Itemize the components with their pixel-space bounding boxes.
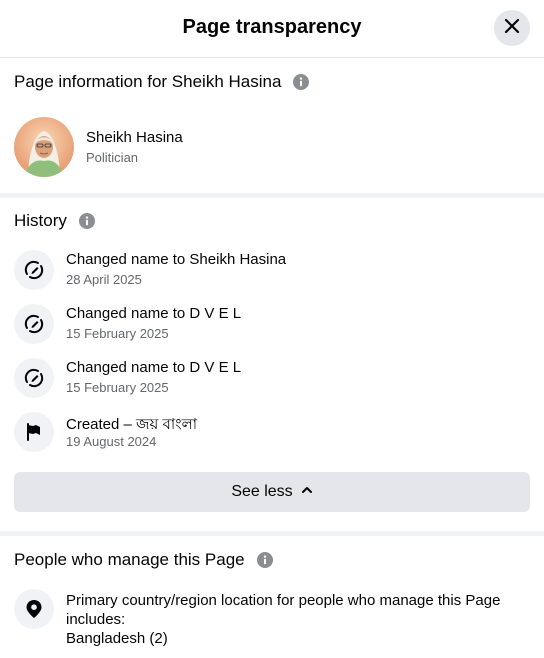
history-heading: History	[14, 211, 95, 231]
manager-location-text: Primary country/region location for peop…	[66, 591, 530, 648]
section-divider	[0, 193, 544, 198]
history-item-text: Changed name to Sheikh Hasina	[66, 251, 287, 268]
info-icon[interactable]	[293, 74, 310, 90]
history-item-date: 15 February 2025	[66, 326, 169, 341]
profile-name[interactable]: Sheikh Hasina	[86, 129, 183, 146]
history-item: Changed name to D V E L 15 February 2025	[14, 358, 530, 400]
close-icon	[504, 18, 520, 39]
managers-heading: People who manage this Page	[14, 550, 273, 570]
info-icon[interactable]	[78, 213, 95, 229]
history-item-text: Changed name to D V E L	[66, 305, 242, 322]
chevron-up-icon	[301, 483, 313, 501]
managers-title: People who manage this Page	[14, 550, 245, 569]
history-item-date: 19 August 2024	[66, 434, 157, 449]
history-item-date: 15 February 2025	[66, 380, 169, 395]
profile-avatar[interactable]	[14, 117, 74, 177]
see-less-button[interactable]: See less	[14, 472, 530, 512]
history-title: History	[14, 211, 67, 230]
history-item: Created – জয় বাংলা 19 August 2024	[14, 412, 530, 454]
history-item-date: 28 April 2025	[66, 272, 142, 287]
rename-icon	[14, 304, 54, 344]
see-less-label: See less	[231, 483, 293, 500]
history-item: Changed name to D V E L 15 February 2025	[14, 304, 530, 346]
manager-location-description: Primary country/region location for peop…	[66, 592, 501, 628]
rename-icon	[14, 358, 54, 398]
dialog-title: Page transparency	[182, 16, 362, 38]
close-button[interactable]	[494, 10, 530, 46]
manager-location-value: Bangladesh (2)	[66, 630, 168, 647]
profile-category: Politician	[86, 150, 139, 165]
history-item-text: Changed name to D V E L	[66, 359, 242, 376]
rename-icon	[14, 250, 54, 290]
history-item: Changed name to Sheikh Hasina 28 April 2…	[14, 250, 530, 292]
location-pin-icon	[14, 589, 54, 629]
section-divider	[0, 531, 544, 536]
page-info-heading: Page information for Sheikh Hasina	[14, 72, 310, 92]
page-info-title: Page information for Sheikh Hasina	[14, 72, 282, 91]
flag-icon	[14, 412, 54, 452]
dialog-header: Page transparency	[0, 0, 544, 58]
info-icon[interactable]	[256, 552, 273, 568]
